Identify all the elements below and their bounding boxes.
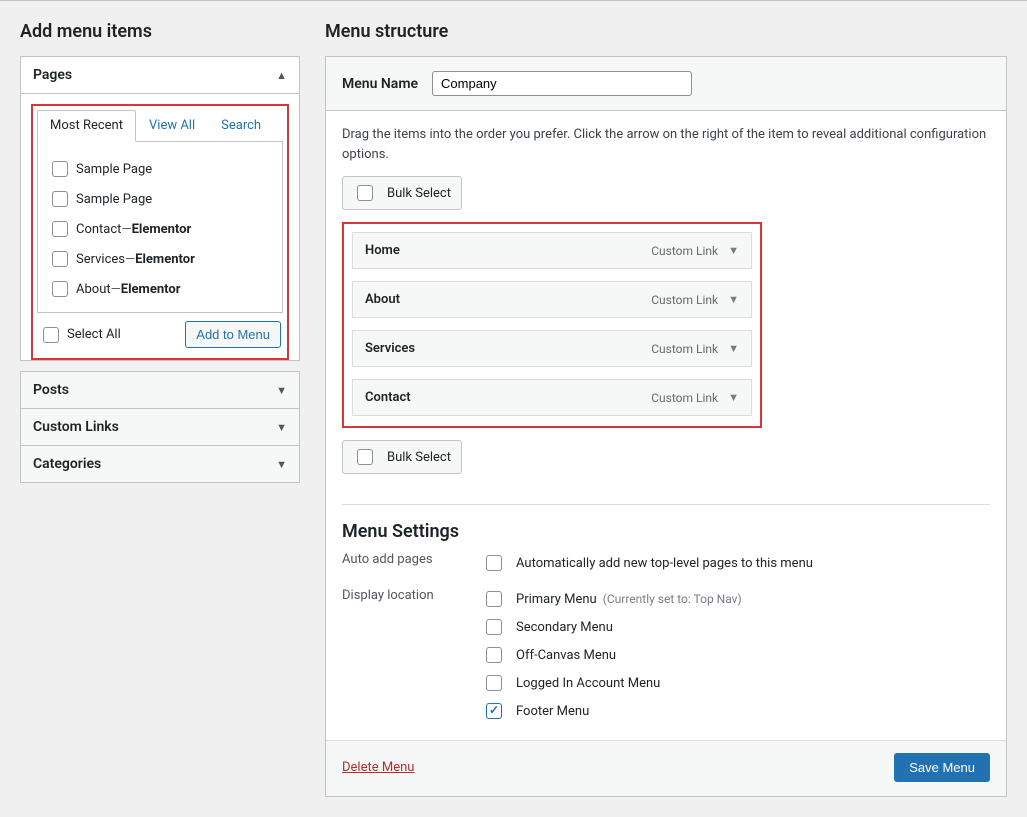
page-checklist-item[interactable]: Sample Page [48, 184, 272, 214]
display-location-row[interactable]: Off-Canvas Menu [482, 644, 990, 666]
menu-item-title: Home [365, 243, 400, 258]
display-location-row[interactable]: Secondary Menu [482, 616, 990, 638]
menu-item-type: Custom Link [651, 342, 718, 356]
menu-item-title: Services [365, 341, 415, 356]
bulk-select-checkbox-top[interactable] [357, 185, 373, 201]
custom-links-title: Custom Links [33, 419, 119, 435]
pages-highlight-box: Most Recent View All Search Sample Page S… [31, 104, 289, 360]
auto-add-label: Auto add pages [342, 552, 482, 574]
menu-item[interactable]: Home Custom Link ▼ [352, 232, 752, 269]
auto-add-text: Automatically add new top-level pages to… [516, 556, 813, 571]
display-location-label-text: Secondary Menu [516, 620, 613, 635]
chevron-up-icon: ▲ [276, 69, 287, 82]
page-item-label: About [76, 282, 111, 297]
select-all-checkbox[interactable] [43, 327, 59, 343]
add-to-menu-button[interactable]: Add to Menu [185, 321, 281, 348]
page-checkbox[interactable] [52, 281, 68, 297]
menu-name-label: Menu Name [342, 76, 418, 92]
page-checkbox[interactable] [52, 251, 68, 267]
page-item-label: Contact [76, 222, 121, 237]
page-checklist-item[interactable]: Contact — Elementor [48, 214, 272, 244]
tab-view-all[interactable]: View All [136, 110, 208, 142]
menu-name-input[interactable] [432, 71, 692, 96]
page-item-label: Sample Page [76, 162, 152, 177]
menu-hint-text: Drag the items into the order you prefer… [342, 125, 990, 164]
page-checklist-item[interactable]: Sample Page [48, 154, 272, 184]
menu-structure-panel: Menu Name Drag the items into the order … [325, 56, 1007, 797]
categories-title: Categories [33, 456, 101, 472]
bulk-select-checkbox-bottom[interactable] [357, 449, 373, 465]
menu-items-highlight-box: Home Custom Link ▼ About Custom Link ▼ S… [342, 222, 762, 428]
display-location-label-text: Off-Canvas Menu [516, 648, 616, 663]
delete-menu-link[interactable]: Delete Menu [342, 760, 414, 775]
pages-title: Pages [33, 67, 72, 83]
page-item-suffix: Elementor [121, 282, 181, 297]
menu-item[interactable]: Contact Custom Link ▼ [352, 379, 752, 416]
custom-links-accordion-header[interactable]: Custom Links ▼ [21, 409, 299, 445]
page-checkbox[interactable] [52, 191, 68, 207]
bulk-select-button-top[interactable]: Bulk Select [342, 176, 462, 210]
categories-accordion-header[interactable]: Categories ▼ [21, 446, 299, 482]
display-location-label-text: Logged In Account Menu [516, 676, 660, 691]
page-checkbox[interactable] [52, 221, 68, 237]
pages-accordion-header[interactable]: Pages ▲ [21, 57, 299, 94]
display-location-checkbox[interactable] [486, 591, 502, 607]
select-all-label[interactable]: Select All [39, 324, 121, 346]
chevron-down-icon: ▼ [276, 384, 287, 397]
posts-accordion-header[interactable]: Posts ▼ [21, 372, 299, 408]
display-location-checkbox[interactable] [486, 675, 502, 691]
bulk-select-button-bottom[interactable]: Bulk Select [342, 440, 462, 474]
page-item-label: Sample Page [76, 192, 152, 207]
posts-title: Posts [33, 382, 69, 398]
chevron-down-icon: ▼ [276, 421, 287, 434]
page-checklist-item[interactable]: Services — Elementor [48, 244, 272, 274]
menu-item[interactable]: About Custom Link ▼ [352, 281, 752, 318]
chevron-down-icon[interactable]: ▼ [728, 391, 739, 404]
display-location-checkbox[interactable] [486, 703, 502, 719]
display-location-label-text: Primary Menu [516, 592, 597, 607]
display-location-note: (Currently set to: Top Nav) [603, 592, 742, 606]
display-location-checkbox[interactable] [486, 619, 502, 635]
tab-search[interactable]: Search [208, 110, 274, 142]
chevron-down-icon[interactable]: ▼ [728, 342, 739, 355]
page-item-label: Services [76, 252, 125, 267]
add-menu-items-heading: Add menu items [20, 21, 300, 42]
display-location-label-text: Footer Menu [516, 704, 589, 719]
chevron-down-icon: ▼ [276, 458, 287, 471]
page-checklist-item[interactable]: About — Elementor [48, 274, 272, 304]
auto-add-checkbox[interactable] [486, 555, 502, 571]
tab-most-recent[interactable]: Most Recent [37, 110, 136, 142]
display-location-label: Display location [342, 588, 482, 722]
menu-item[interactable]: Services Custom Link ▼ [352, 330, 752, 367]
menu-structure-heading: Menu structure [325, 21, 1007, 42]
save-menu-button[interactable]: Save Menu [894, 753, 990, 782]
menu-item-type: Custom Link [651, 293, 718, 307]
menu-item-type: Custom Link [651, 244, 718, 258]
menu-item-type: Custom Link [651, 391, 718, 405]
display-location-row[interactable]: Logged In Account Menu [482, 672, 990, 694]
menu-item-title: Contact [365, 390, 411, 405]
display-location-row[interactable]: Footer Menu [482, 700, 990, 722]
display-location-checkbox[interactable] [486, 647, 502, 663]
chevron-down-icon[interactable]: ▼ [728, 293, 739, 306]
display-location-row[interactable]: Primary Menu (Currently set to: Top Nav) [482, 588, 990, 610]
chevron-down-icon[interactable]: ▼ [728, 244, 739, 257]
menu-settings-heading: Menu Settings [342, 521, 990, 542]
pages-metabox: Pages ▲ Most Recent View All Search Samp… [20, 56, 300, 361]
page-checkbox[interactable] [52, 161, 68, 177]
page-item-suffix: Elementor [132, 222, 192, 237]
menu-item-title: About [365, 292, 400, 307]
page-item-suffix: Elementor [135, 252, 195, 267]
